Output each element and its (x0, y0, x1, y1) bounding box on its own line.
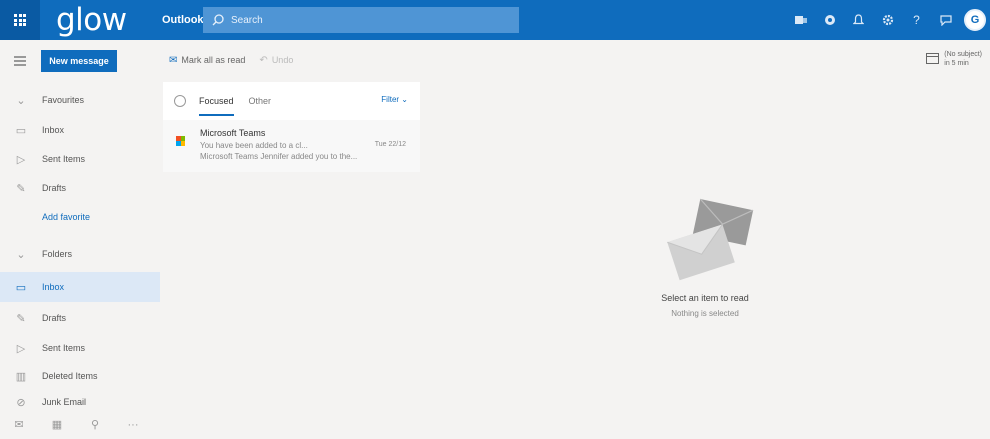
undo-icon: ↶ (259, 54, 268, 66)
send-icon: ▷ (16, 153, 26, 166)
mark-all-read-label: Mark all as read (181, 55, 246, 65)
inbox-icon: ▭ (15, 281, 27, 294)
feedback-icon[interactable] (931, 0, 960, 40)
list-item[interactable]: Microsoft Teams You have been added to a… (163, 120, 420, 172)
folders-label: Folders (42, 249, 73, 259)
tab-focused[interactable]: Focused (199, 96, 234, 116)
brand-logo[interactable]: glow (40, 0, 155, 40)
avatar: G (964, 9, 986, 31)
folder-item-label: Inbox (42, 282, 65, 292)
command-bar: ✉ Mark all as read ↶ Undo (No subject) i… (160, 40, 990, 80)
favourite-item-label: Drafts (42, 183, 67, 193)
app-name[interactable]: Outlook (155, 14, 204, 26)
gear-icon[interactable] (873, 0, 902, 40)
envelopes-illustration-icon (667, 198, 754, 281)
mark-all-read-button[interactable]: ✉ Mark all as read (169, 55, 245, 66)
search-placeholder: Search (231, 14, 263, 26)
pencil-icon: ✎ (16, 182, 26, 195)
undo-button[interactable]: ↶ Undo (259, 55, 293, 66)
account-button[interactable]: G (960, 0, 990, 40)
mail-icon[interactable]: ✉ (0, 418, 38, 431)
add-favourite-label: Add favorite (42, 212, 91, 222)
message-subject: You have been added to a cl... (200, 141, 308, 150)
folder-item-label: Sent Items (42, 343, 86, 353)
envelope-open-icon: ✉ (169, 54, 178, 66)
skype-icon[interactable] (815, 0, 844, 40)
favourite-item-label: Sent Items (42, 154, 86, 164)
teams-logo-icon (176, 136, 185, 146)
favourite-item-sent-items[interactable]: ▷ Sent Items (0, 144, 160, 174)
help-icon[interactable]: ? (902, 0, 931, 40)
add-favourite-link[interactable]: Add favorite (0, 202, 160, 232)
undo-label: Undo (271, 55, 294, 65)
junk-icon: ⊘ (16, 396, 26, 409)
folder-item-inbox[interactable]: ▭ Inbox (0, 272, 160, 302)
filter-label: Filter (381, 95, 400, 104)
trash-icon: ▥ (15, 370, 27, 383)
chevron-down-icon: ⌄ (16, 248, 26, 261)
folder-item-label: Deleted Items (42, 371, 98, 381)
chevron-down-icon: ⌄ (401, 95, 408, 104)
hamburger-menu-icon[interactable] (14, 56, 26, 68)
favourite-item-label: Inbox (42, 125, 65, 135)
waffle-icon (14, 14, 26, 26)
left-navigation: New message ⌄ Favourites ▭ Inbox ▷ Sent … (0, 40, 160, 439)
message-preview: Microsoft Teams Jennifer added you to th… (200, 152, 358, 161)
favourite-item-drafts[interactable]: ✎ Drafts (0, 173, 160, 203)
top-icons: ? G (786, 0, 990, 40)
favourite-item-inbox[interactable]: ▭ Inbox (0, 115, 160, 145)
favourites-header[interactable]: ⌄ Favourites (0, 85, 160, 115)
more-icon[interactable]: ··· (114, 419, 152, 431)
calendar-icon[interactable]: ▦ (38, 418, 76, 431)
favourites-label: Favourites (42, 95, 85, 105)
folder-item-label: Drafts (42, 313, 67, 323)
search-icon (212, 14, 224, 26)
bell-icon[interactable] (844, 0, 873, 40)
filter-button[interactable]: Filter ⌄ (381, 95, 408, 104)
app-launcher-button[interactable] (0, 0, 40, 40)
reading-pane: Select an item to read Nothing is select… (420, 82, 990, 439)
folder-item-drafts[interactable]: ✎ Drafts (0, 303, 160, 333)
reading-pane-subtitle: Nothing is selected (671, 309, 739, 318)
search-input[interactable]: Search (203, 7, 519, 33)
calendar-icon (926, 53, 940, 64)
inbox-pivots: Focused Other Filter ⌄ (163, 82, 420, 120)
reminder-subject: (No subject) (944, 51, 982, 58)
chevron-down-icon: ⌄ (16, 94, 26, 107)
folders-header[interactable]: ⌄ Folders (0, 239, 160, 269)
module-switcher: ✉ ▦ ⚲ ··· (0, 410, 160, 439)
people-icon[interactable]: ⚲ (76, 418, 114, 431)
inbox-icon: ▭ (15, 124, 27, 137)
message-sender: Microsoft Teams (200, 128, 266, 138)
teams-app-icon[interactable] (786, 0, 815, 40)
message-date: Tue 22/12 (374, 141, 406, 148)
tab-other[interactable]: Other (249, 96, 272, 106)
pencil-icon: ✎ (16, 312, 26, 325)
folder-item-sent-items[interactable]: ▷ Sent Items (0, 333, 160, 363)
top-bar: glow Outlook Search ? G (0, 0, 990, 40)
new-message-button[interactable]: New message (41, 50, 117, 72)
send-icon: ▷ (16, 342, 26, 355)
reading-pane-title: Select an item to read (661, 293, 749, 303)
reminder-time: in 5 min (944, 60, 969, 67)
folder-item-label: Junk Email (42, 397, 87, 407)
select-all-checkbox[interactable] (174, 95, 186, 107)
upcoming-event-reminder[interactable]: (No subject) in 5 min (926, 50, 982, 68)
message-list: Focused Other Filter ⌄ Microsoft Teams Y… (163, 82, 420, 172)
